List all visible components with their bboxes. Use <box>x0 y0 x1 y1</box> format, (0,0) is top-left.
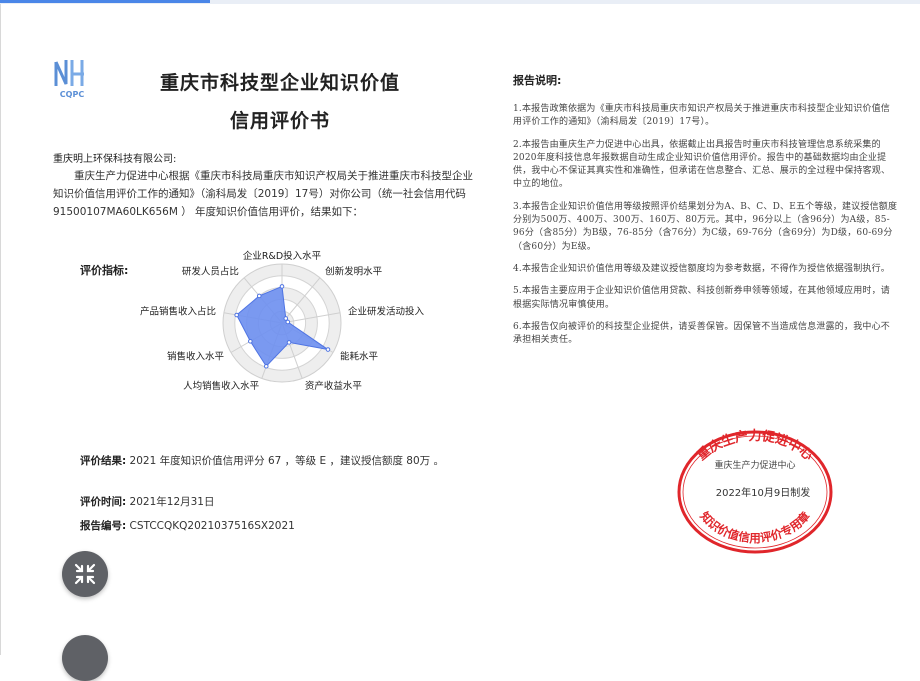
cqpc-logo: CQPC <box>54 60 85 99</box>
evaluation-result: 评价结果: 2021 年度知识价值信用评分 67 ，等级 E ，建议授信额度 8… <box>53 452 478 470</box>
code-label: 报告编号: <box>80 520 127 532</box>
report-number: 报告编号: CSTCCQKQ2021037516SX2021 <box>80 518 295 533</box>
result-text: 2021 年度知识价值信用评分 67 ，等级 E ，建议授信额度 80万 。 <box>129 455 444 467</box>
radar-axis-label: 产品销售收入占比 <box>140 305 216 317</box>
seal-bottom-text: 知识价值信用评价专用章 <box>697 508 813 545</box>
intro-paragraph: 重庆生产力促进中心根据《重庆市科技局重庆市知识产权局关于推进重庆市科技型企业知识… <box>53 170 473 218</box>
note-item: 5.本报告主要应用于企业知识价值信用贷款、科技创新券申领等领域，在其他领域应用时… <box>513 286 890 310</box>
note-item: 1.本报告政策依据为《重庆市科技局重庆市知识产权局关于推进重庆市科技型企业知识价… <box>513 104 890 128</box>
note-item: 6.本报告仅向被评价的科技型企业提供，请妥善保管。因保管不当造成信息泄露的，我中… <box>513 321 890 346</box>
radar-axis-label: 企业研发活动投入 <box>348 305 425 317</box>
collapse-button[interactable] <box>62 551 108 597</box>
evaluation-time: 评价时间: 2021年12月31日 <box>80 494 215 509</box>
radar-axis-label: 资产收益水平 <box>305 380 363 392</box>
radar-axis-labels: 企业R&D投入水平创新发明水平企业研发活动投入能耗水平资产收益水平 人均销售收入水… <box>140 250 425 392</box>
official-seal: 重庆生产力促进中心 重庆生产力促进中心 2022年10月9日制发 知识价值信用评… <box>677 428 833 554</box>
code-value: CSTCCQKQ2021037516SX2021 <box>129 520 295 532</box>
company-name: 重庆明上环保科技有限公司: <box>53 154 177 165</box>
seal-top-text: 重庆生产力促进中心 <box>694 428 815 464</box>
collapse-arrows-icon <box>74 563 96 585</box>
viewer-progress-accent <box>0 0 210 3</box>
report-title-line1: 重庆市科技型企业知识价值 <box>159 72 400 94</box>
page-edge <box>0 4 1 655</box>
radar-axis-label: 创新发明水平 <box>325 266 383 278</box>
svg-text:知识价值信用评价专用章: 知识价值信用评价专用章 <box>697 508 813 545</box>
notes-title: 报告说明: <box>513 74 562 87</box>
svg-text:CQPC: CQPC <box>60 90 85 99</box>
notes-list: 1.本报告政策依据为《重庆市科技局重庆市知识产权局关于推进重庆市科技型企业知识价… <box>513 103 898 356</box>
time-value: 2021年12月31日 <box>129 496 215 508</box>
result-label: 评价结果: <box>80 455 127 467</box>
time-label: 评价时间: <box>80 496 127 508</box>
seal-date: 2022年10月9日制发 <box>716 486 811 499</box>
seal-inner-text: 重庆生产力促进中心 <box>714 459 795 471</box>
note-item: 2.本报告由重庆生产力促进中心出具，依据截止出具报告时重庆市科技管理信息系统采集… <box>513 139 891 190</box>
note-item: 4.本报告企业知识价值信用等级及建议授信额度均为参考数据，不得作为授信依据强制执… <box>513 263 890 274</box>
radar-axis-label: 销售收入水平 <box>167 351 225 363</box>
note-item: 3.本报告企业知识价值信用等级按照评价结果划分为A、B、C、D、E五个等级，建议… <box>513 201 898 252</box>
radar-axis-label: 研发人员占比 <box>182 266 239 278</box>
radar-axis-label: 企业R&D投入水平 <box>243 250 322 262</box>
radar-axis-label: 人均销售收入水平 <box>183 380 260 392</box>
radar-axis-label: 能耗水平 <box>340 351 379 363</box>
report-title-line2: 信用评价书 <box>229 110 330 132</box>
svg-text:重庆生产力促进中心: 重庆生产力促进中心 <box>694 428 815 464</box>
secondary-fab-button[interactable] <box>62 635 108 681</box>
indicators-label: 评价指标: <box>80 264 129 277</box>
